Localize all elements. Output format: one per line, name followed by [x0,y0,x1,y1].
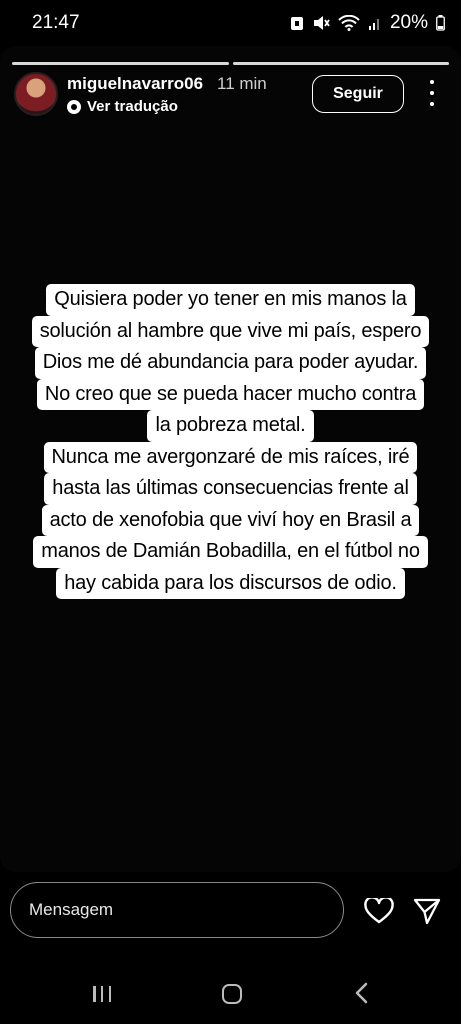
mute-icon [313,16,330,30]
caption-line: solución al hambre que vive mi país, esp… [31,315,430,347]
recents-icon[interactable] [93,986,111,1002]
message-placeholder: Mensagem [29,900,114,919]
heart-icon[interactable] [364,898,394,924]
caption-line: Dios me dé abundancia para poder ayudar. [34,347,427,379]
follow-button[interactable]: Seguir [312,75,404,113]
reply-bar: Mensagem [0,872,461,952]
story-caption: Quisiera poder yo tener en mis manos la … [20,284,441,599]
post-time: 11 min [217,74,267,93]
story-progress-bar [12,62,449,65]
translate-link[interactable]: Ver tradução [67,98,178,115]
caption-line: la pobreza metal. [147,410,314,442]
status-bar: 21:47 20% [0,0,461,46]
username[interactable]: miguelnavarro06 [67,74,203,94]
battery-percentage: 20% [389,12,428,33]
caption-line: Nunca me avergonzaré de mis raíces, iré [43,441,418,473]
caption-line: No creo que se pueda hacer mucho contra [36,378,425,410]
home-icon[interactable] [222,984,242,1004]
battery-icon [436,15,445,31]
message-input[interactable]: Mensagem [10,882,344,938]
system-nav-bar [0,962,461,1024]
caption-line: hasta las últimas consecuencias frente a… [44,473,417,505]
translate-icon [67,99,81,114]
back-icon[interactable] [352,982,372,1004]
send-icon[interactable] [413,897,441,925]
status-time: 21:47 [32,12,80,33]
notification-icon [290,17,303,30]
story-header: miguelnavarro06 11 min Ver tradução Segu… [14,72,447,122]
progress-segment [232,62,449,65]
translate-label: Ver tradução [87,98,178,115]
progress-segment [12,62,229,65]
status-icons: 20% [290,12,445,34]
caption-line: Quisiera poder yo tener en mis manos la [46,284,415,316]
caption-line: acto de xenofobia que viví hoy en Brasil… [41,504,420,536]
caption-line: hay cabida para los discursos de odio. [56,567,405,599]
more-options-icon[interactable] [424,80,440,106]
wifi-icon [338,15,360,31]
caption-line: manos de Damián Bobadilla, en el fútbol … [33,536,428,568]
story-viewer[interactable]: miguelnavarro06 11 min Ver tradução Segu… [0,46,461,872]
signal-icon [368,19,379,30]
avatar[interactable] [14,72,58,116]
